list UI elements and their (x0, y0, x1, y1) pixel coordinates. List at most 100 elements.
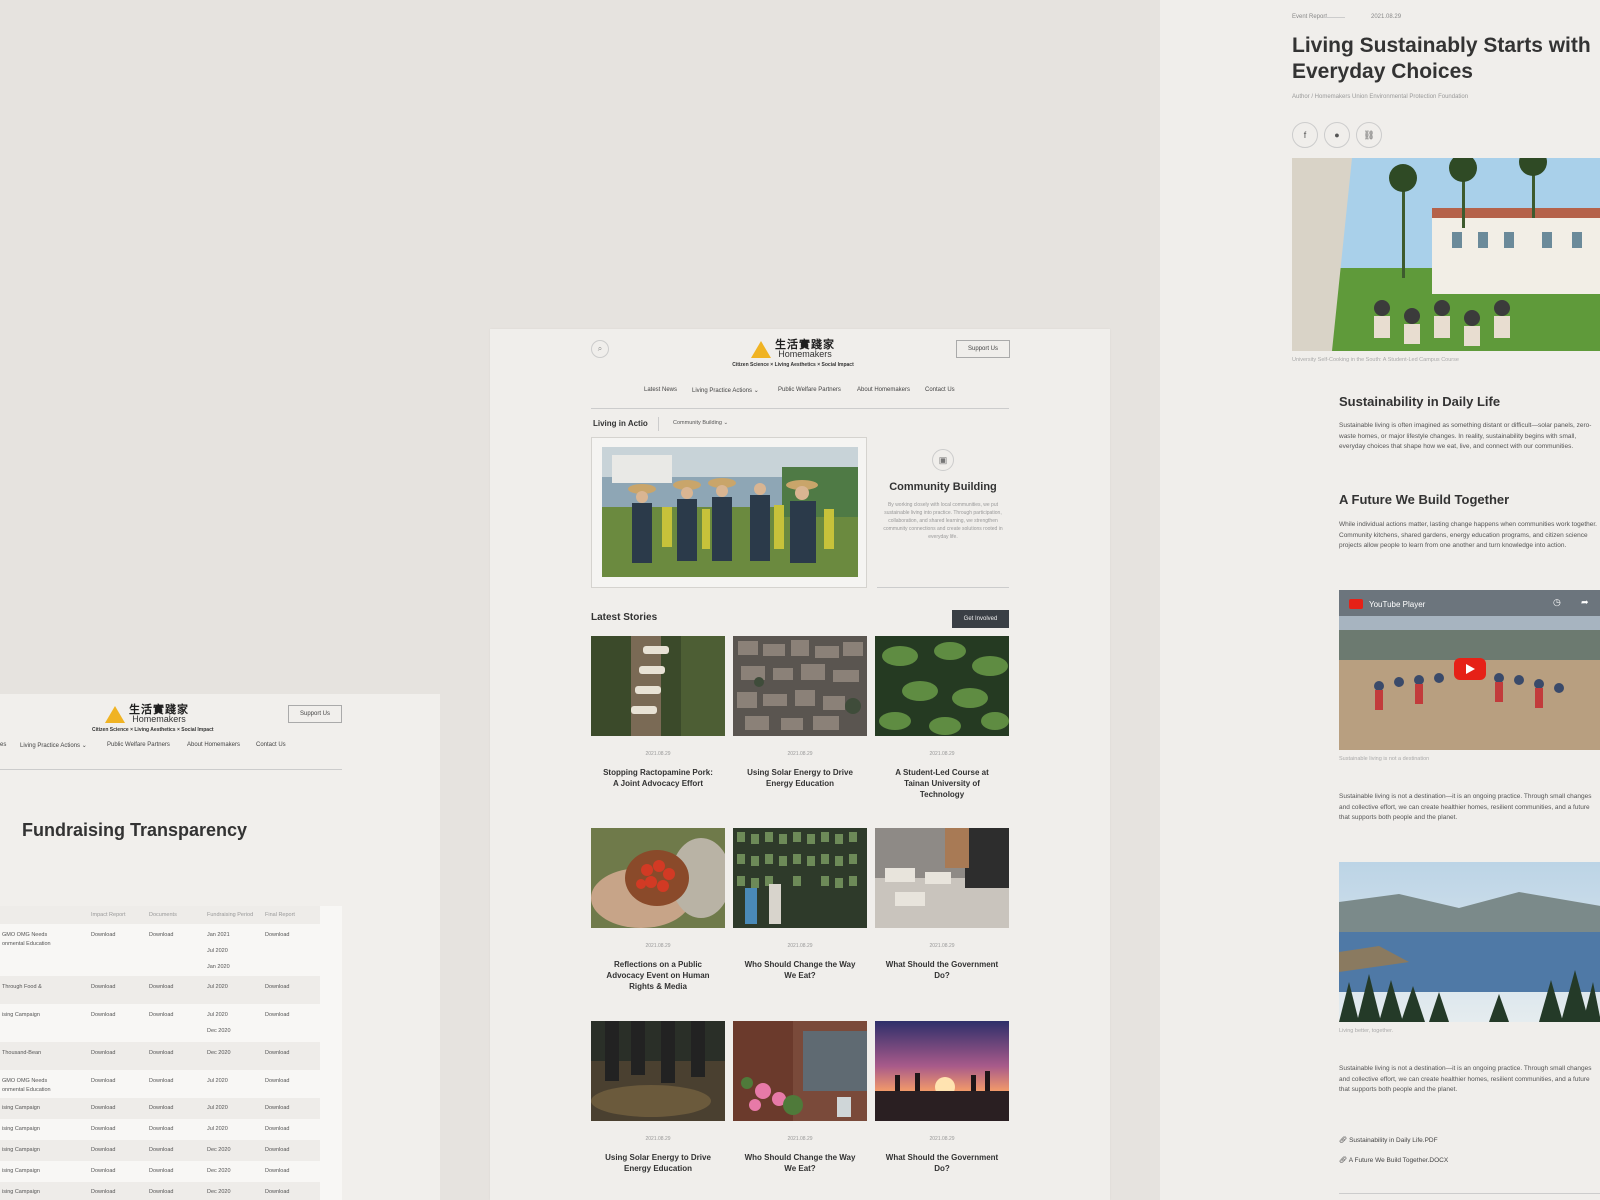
period: Jul 2020 (207, 1126, 228, 1132)
final-download-link[interactable]: Download (265, 1147, 289, 1153)
feature-info: ▣ Community Building By working closely … (877, 449, 1009, 541)
impact-download-link[interactable]: Download (91, 1105, 115, 1111)
header-documents: Documents (149, 912, 177, 918)
paperclip-icon: 🔗︎ (1339, 1137, 1348, 1144)
story-date: 2021.08.29 (787, 943, 813, 949)
story-card[interactable]: 2021.08.29 Using Solar Energy to Drive E… (733, 636, 867, 789)
impact-download-link[interactable]: Download (91, 1012, 115, 1018)
copy-link-icon[interactable]: ⛓ (1356, 122, 1382, 148)
docs-download-link[interactable]: Download (149, 1147, 173, 1153)
table-row: GMO OMG Needs onmental Education Downloa… (0, 1070, 320, 1098)
final-download-link[interactable]: Download (265, 1105, 289, 1111)
logo-name-en: Homemakers (778, 349, 832, 359)
attachment-link[interactable]: 🔗︎ Sustainability in Daily Life.PDF (1339, 1136, 1438, 1144)
get-involved-button[interactable]: Get Involved (952, 610, 1009, 628)
attachment-link[interactable]: 🔗︎ A Future We Build Together.DOCX (1339, 1156, 1448, 1164)
main-nav: es Living Practice Actions ⌄ Public Welf… (0, 742, 342, 756)
support-us-button[interactable]: Support Us (288, 705, 342, 723)
facebook-share-icon[interactable]: f (1292, 122, 1318, 148)
nav-item-about[interactable]: About Homemakers (187, 742, 240, 748)
story-card[interactable]: 2021.08.29 Reflections on a Public Advoc… (591, 828, 725, 992)
latest-stories-heading: Latest Stories (591, 612, 658, 623)
video-title: YouTube Player (1369, 600, 1426, 609)
story-date: 2021.08.29 (929, 943, 955, 949)
site-logo[interactable]: 生活實踐家 Homemakers Citizen Science × Livin… (723, 339, 863, 368)
nav-item-living-practice[interactable]: Living Practice Actions ⌄ (20, 742, 87, 749)
docs-download-link[interactable]: Download (149, 1126, 173, 1132)
docs-download-link[interactable]: Download (149, 1168, 173, 1174)
final-download-link[interactable]: Download (265, 1126, 289, 1132)
story-card[interactable]: 2021.08.29 What Should the Government Do… (875, 1021, 1009, 1174)
docs-download-link[interactable]: Download (149, 1078, 173, 1084)
impact-download-link[interactable]: Download (91, 1189, 115, 1195)
nav-item-partners[interactable]: Public Welfare Partners (107, 742, 170, 748)
article-page-preview: Event Report 2021.08.29 Living Sustainab… (1160, 0, 1600, 1200)
docs-download-link[interactable]: Download (149, 1189, 173, 1195)
final-download-link[interactable]: Download (265, 932, 289, 938)
period: Jul 2020 (207, 1105, 228, 1111)
docs-download-link[interactable]: Download (149, 1105, 173, 1111)
final-download-link[interactable]: Download (265, 1012, 289, 1018)
impact-download-link[interactable]: Download (91, 1050, 115, 1056)
story-date: 2021.08.29 (929, 1136, 955, 1142)
story-date: 2021.08.29 (787, 1136, 813, 1142)
feature-image[interactable] (602, 447, 858, 577)
story-title: Who Should Change the Way We Eat? (744, 1153, 856, 1173)
impact-download-link[interactable]: Download (91, 1147, 115, 1153)
category-select[interactable]: Community Building ⌄ (673, 420, 728, 426)
nav-divider (591, 408, 1009, 409)
nav-item-partners[interactable]: Public Welfare Partners (778, 387, 841, 393)
docs-download-link[interactable]: Download (149, 984, 173, 990)
story-card[interactable]: 2021.08.29 Who Should Change the Way We … (733, 828, 867, 981)
story-card[interactable]: 2021.08.29 Who Should Change the Way We … (733, 1021, 867, 1174)
story-card[interactable]: 2021.08.29 Using Solar Energy to Drive E… (591, 1021, 725, 1174)
story-card[interactable]: 2021.08.29 A Student-Led Course at Taina… (875, 636, 1009, 800)
nav-item-latest-news[interactable]: es (0, 742, 6, 748)
article-date: 2021.08.29 (1371, 14, 1402, 20)
nav-item-latest-news[interactable]: Latest News (644, 387, 677, 393)
feature-description: By working closely with local communitie… (883, 502, 1003, 540)
impact-download-link[interactable]: Download (91, 1126, 115, 1132)
support-us-button[interactable]: Support Us (956, 340, 1010, 358)
final-download-link[interactable]: Download (265, 1050, 289, 1056)
nav-item-about[interactable]: About Homemakers (857, 387, 910, 393)
section-heading: Sustainability in Daily Life (1339, 394, 1501, 409)
logo-name-en: Homemakers (132, 714, 186, 724)
play-button-icon[interactable] (1454, 658, 1486, 680)
nav-item-living-practice[interactable]: Living Practice Actions ⌄ (692, 387, 759, 394)
docs-download-link[interactable]: Download (149, 932, 173, 938)
watch-later-icon[interactable]: ◷ (1553, 597, 1561, 608)
story-title: Stopping Ractopamine Pork: A Joint Advoc… (603, 768, 713, 788)
search-icon[interactable]: ⌕ (591, 340, 609, 358)
video-caption: Sustainable living is not a destination (1339, 756, 1430, 762)
header-period: Fundraising Period (207, 912, 254, 918)
nav-item-label: Living Practice Actions (692, 388, 753, 394)
final-download-link[interactable]: Download (265, 1168, 289, 1174)
story-title: Using Solar Energy to Drive Energy Educa… (605, 1153, 711, 1173)
line-share-icon[interactable]: ● (1324, 122, 1350, 148)
final-download-link[interactable]: Download (265, 1189, 289, 1195)
docs-download-link[interactable]: Download (149, 1012, 173, 1018)
impact-download-link[interactable]: Download (91, 932, 115, 938)
table-row: ising Campaign Download Download Dec 202… (0, 1140, 320, 1161)
chevron-down-icon: ⌄ (81, 743, 87, 749)
story-thumbnail (733, 636, 867, 736)
lake-caption: Living better, together. (1339, 1028, 1394, 1034)
story-date: 2021.08.29 (929, 751, 955, 757)
docs-download-link[interactable]: Download (149, 1050, 173, 1056)
share-icon[interactable]: ➦ (1581, 597, 1589, 608)
story-card[interactable]: 2021.08.29 What Should the Government Do… (875, 828, 1009, 981)
final-download-link[interactable]: Download (265, 1078, 289, 1084)
site-logo[interactable]: 生活實踐家 Homemakers Citizen Science × Livin… (92, 704, 214, 733)
impact-download-link[interactable]: Download (91, 984, 115, 990)
impact-download-link[interactable]: Download (91, 1168, 115, 1174)
period: Jan 2020 (207, 964, 230, 970)
youtube-video-embed[interactable]: YouTube Player ◷ ➦ (1339, 590, 1600, 750)
impact-download-link[interactable]: Download (91, 1078, 115, 1084)
nav-item-contact[interactable]: Contact Us (256, 742, 286, 748)
paragraph: Sustainable living is not a destination—… (1339, 1065, 1592, 1093)
final-download-link[interactable]: Download (265, 984, 289, 990)
nav-item-contact[interactable]: Contact Us (925, 387, 955, 393)
attachment-name: Sustainability in Daily Life.PDF (1349, 1137, 1438, 1144)
story-card[interactable]: 2021.08.29 Stopping Ractopamine Pork: A … (591, 636, 725, 789)
